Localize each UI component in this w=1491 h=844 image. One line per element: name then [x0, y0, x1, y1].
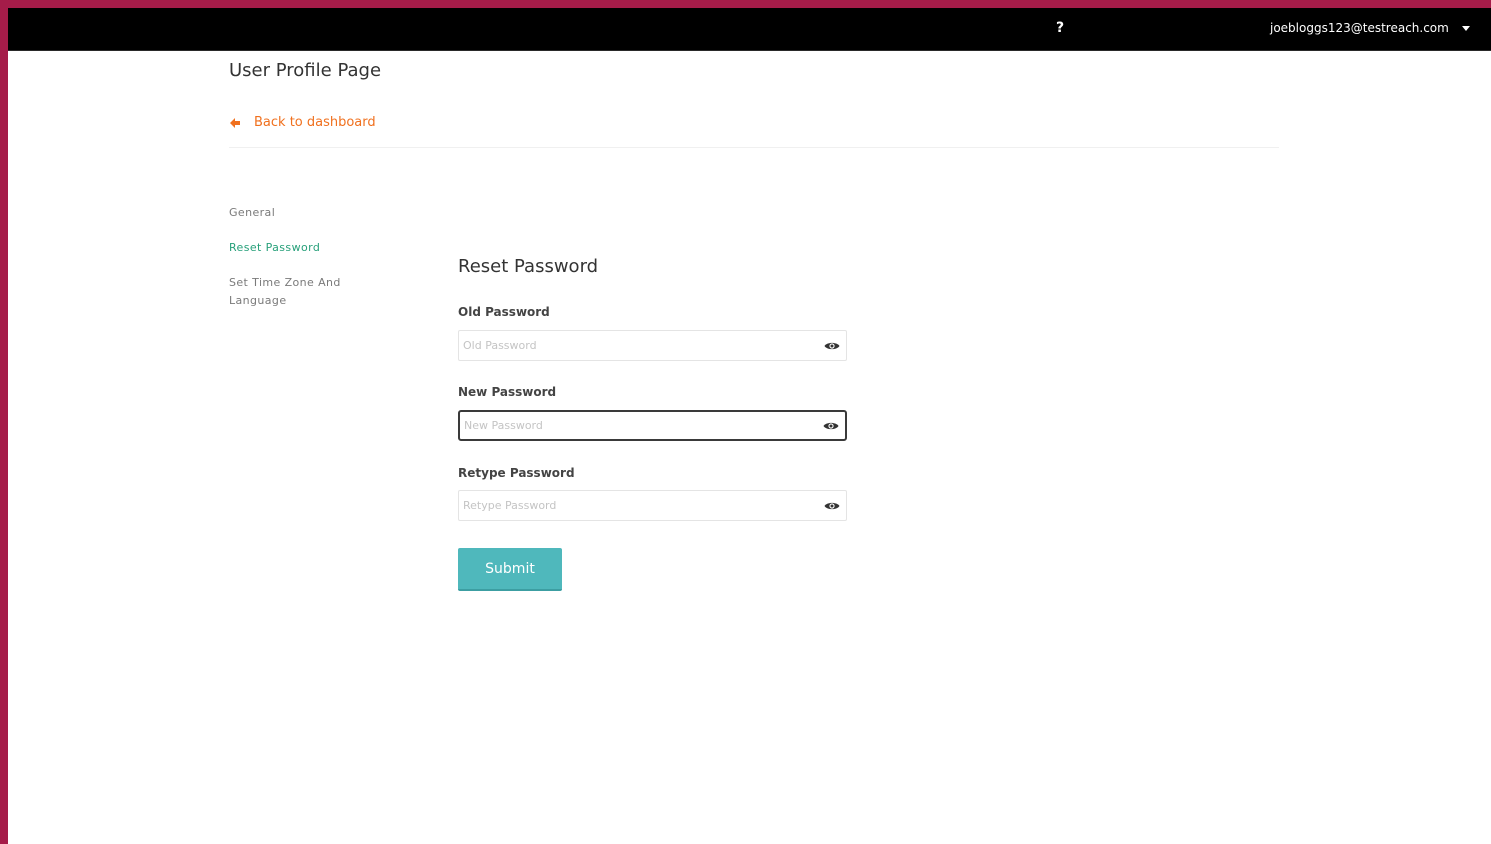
sidebar-item-time-zone-language[interactable]: Set Time Zone And Language	[229, 274, 379, 310]
sidebar-item-reset-password[interactable]: Reset Password	[229, 239, 320, 257]
old-password-input[interactable]	[459, 331, 814, 360]
user-menu[interactable]: joebloggs123@testreach.com	[1270, 20, 1470, 36]
arrow-left-icon	[230, 118, 240, 128]
back-link-label: Back to dashboard	[254, 115, 376, 130]
eye-icon[interactable]	[823, 421, 839, 431]
help-icon[interactable]: ?	[1056, 19, 1064, 37]
header-divider	[229, 147, 1279, 148]
new-password-label: New Password	[458, 385, 557, 399]
form-title: Reset Password	[458, 256, 599, 277]
retype-password-label: Retype Password	[458, 466, 575, 480]
retype-password-input[interactable]	[459, 491, 814, 520]
page-title: User Profile Page	[229, 60, 382, 81]
old-password-field	[458, 330, 847, 361]
old-password-label: Old Password	[458, 305, 550, 319]
app-frame: ? joebloggs123@testreach.com User Profil…	[8, 8, 1491, 844]
top-navigation-bar: ? joebloggs123@testreach.com	[8, 8, 1491, 51]
caret-down-icon	[1461, 25, 1470, 31]
new-password-field	[458, 410, 847, 441]
eye-icon[interactable]	[824, 341, 840, 351]
submit-button[interactable]: Submit	[458, 548, 562, 591]
back-to-dashboard-link[interactable]: Back to dashboard	[229, 114, 376, 132]
sidebar-item-general[interactable]: General	[229, 204, 275, 222]
eye-icon[interactable]	[824, 501, 840, 511]
retype-password-field	[458, 490, 847, 521]
user-email: joebloggs123@testreach.com	[1270, 21, 1449, 35]
new-password-input[interactable]	[460, 412, 815, 439]
